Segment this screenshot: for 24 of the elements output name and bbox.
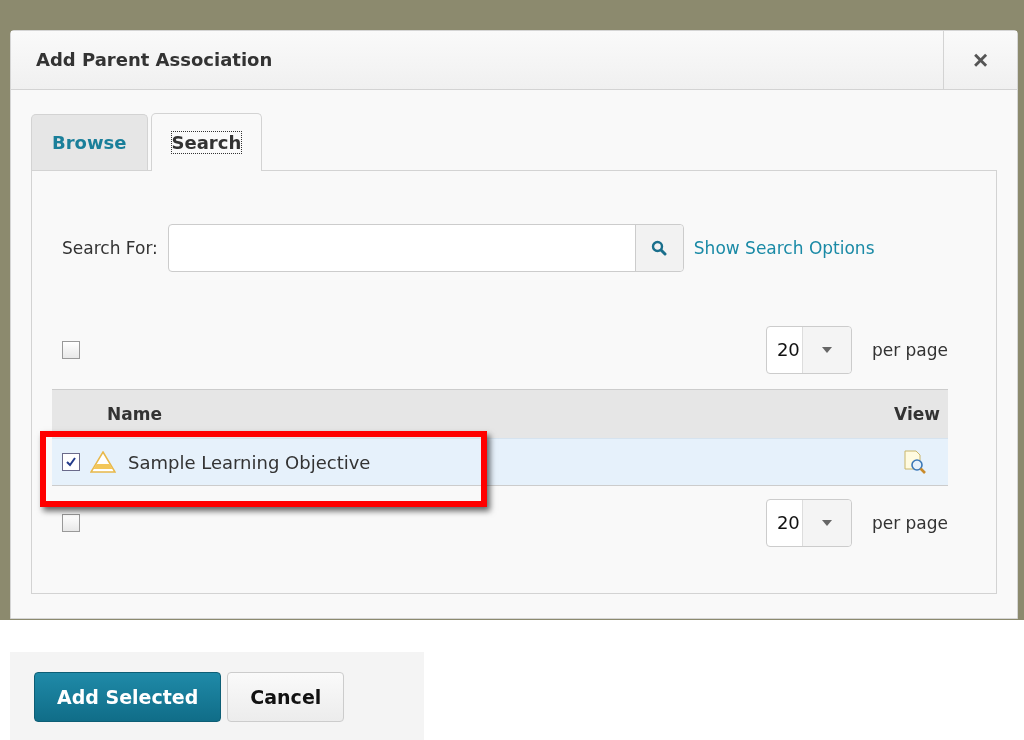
select-all-checkbox[interactable] [62, 514, 80, 532]
dialog-title: Add Parent Association [35, 48, 274, 72]
close-button[interactable]: × [943, 31, 1017, 89]
show-search-options-link[interactable]: Show Search Options [693, 238, 875, 258]
tab[interactable]: Search [150, 113, 263, 171]
column-header: View [894, 404, 941, 424]
row-checkbox[interactable] [62, 453, 80, 471]
select-all-checkbox[interactable] [62, 341, 80, 359]
per-page-select[interactable]: 20 [765, 326, 852, 374]
caret-icon [821, 347, 832, 353]
check-icon [65, 456, 77, 468]
dialog-button[interactable]: Add Selected [34, 672, 222, 722]
caret-icon [821, 520, 832, 526]
objective-name: Sample Learning Objective [128, 451, 372, 473]
search-label: Search For: [61, 238, 158, 258]
per-page-label: per page [871, 340, 948, 360]
table-row[interactable]: Sample Learning Objective [52, 438, 948, 486]
per-page-select[interactable]: 20 [765, 499, 852, 547]
column-header: Name [106, 404, 163, 424]
preview-document-icon[interactable] [902, 449, 928, 475]
tab[interactable]: Browse [31, 114, 148, 170]
dialog-button[interactable]: Cancel [227, 672, 345, 722]
per-page-label: per page [871, 513, 948, 533]
triangle-icon [90, 451, 116, 473]
